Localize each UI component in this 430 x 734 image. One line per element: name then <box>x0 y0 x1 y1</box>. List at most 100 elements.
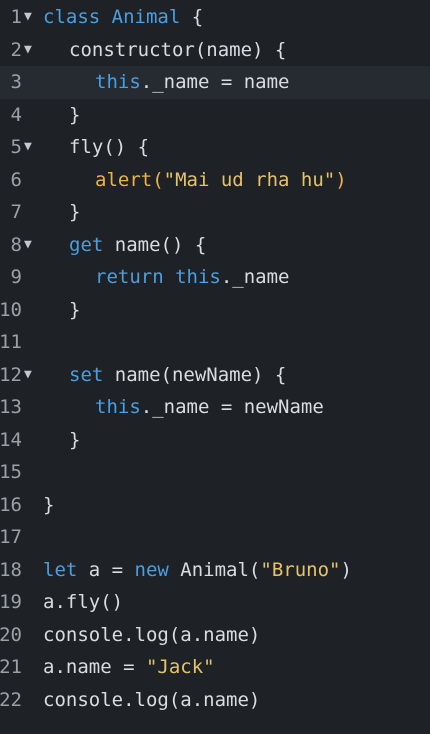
code-token: "Bruno" <box>260 558 341 581</box>
code-token: constructor(name) { <box>69 38 287 61</box>
code-text: class Animal { <box>43 1 203 34</box>
code-line[interactable]: 21 a.name = "Jack" <box>0 651 430 684</box>
code-line[interactable]: 16} <box>0 489 430 522</box>
line-number: 7 <box>10 201 22 223</box>
code-token: new <box>134 558 169 581</box>
line-number: 16 <box>0 493 22 516</box>
fold-arrow-icon[interactable]: ▼ <box>24 131 32 164</box>
line-number: 3 <box>10 71 22 93</box>
code-text: console.log(a.name) <box>43 684 260 717</box>
code-text: get name() { <box>69 229 206 262</box>
fold-arrow-icon[interactable]: ▼ <box>24 229 32 262</box>
code-text: a.fly() <box>43 586 123 619</box>
code-line[interactable]: 5 ▼ fly() { <box>0 131 430 164</box>
line-number: 22 <box>0 688 22 711</box>
code-token: ) <box>340 558 352 581</box>
code-token: this <box>95 71 141 93</box>
fold-arrow-icon[interactable]: ▼ <box>24 359 32 392</box>
code-line[interactable]: 2 ▼ constructor(name) { <box>0 34 430 67</box>
code-token: a = <box>77 558 135 581</box>
code-line[interactable]: 11 <box>0 326 430 359</box>
code-text: a.name = "Jack" <box>43 651 215 684</box>
code-line[interactable]: 6 alert("Mai ud rha hu") <box>0 164 430 197</box>
code-text: } <box>69 294 80 327</box>
code-line[interactable]: 1 ▼ class Animal { <box>0 1 430 34</box>
code-text: console.log(a.name) <box>43 619 260 652</box>
line-number: 4 <box>10 103 22 126</box>
code-line[interactable]: 8 ▼ get name() { <box>0 229 430 262</box>
line-number: 18 <box>0 558 22 581</box>
code-text: fly() { <box>69 131 149 164</box>
line-number: 15 <box>0 461 22 483</box>
line-number: 19 <box>0 591 22 613</box>
line-number: 14 <box>0 428 22 451</box>
code-text: } <box>43 489 54 522</box>
code-text: let a = new Animal("Bruno") <box>43 554 352 587</box>
code-text: alert("Mai ud rha hu") <box>95 164 347 197</box>
line-number: 20 <box>0 623 22 646</box>
code-line[interactable]: 19 a.fly() <box>0 586 430 619</box>
code-token: class <box>43 6 101 28</box>
code-line[interactable]: 13 this._name = newName <box>0 391 430 424</box>
code-text: return this._name <box>95 261 290 294</box>
fold-arrow-icon[interactable]: ▼ <box>24 34 32 67</box>
code-line[interactable]: 7} <box>0 196 430 229</box>
line-number: 8 <box>10 233 22 256</box>
code-line[interactable]: 12 ▼ set name(newName) { <box>0 359 430 392</box>
code-text: set name(newName) { <box>69 359 286 392</box>
line-number: 6 <box>10 168 22 191</box>
code-text: } <box>69 424 80 457</box>
code-token: return <box>95 266 164 288</box>
code-line[interactable]: 20 console.log(a.name) <box>0 619 430 652</box>
line-number: 13 <box>0 396 22 418</box>
line-number: 21 <box>0 656 22 678</box>
code-text: constructor(name) { <box>69 34 286 67</box>
code-token: } <box>69 428 81 451</box>
code-editor[interactable]: 1 ▼ class Animal {2 ▼ constructor(name) {3th… <box>0 0 430 734</box>
code-token: let <box>43 558 78 581</box>
code-line[interactable]: 17 <box>0 521 430 554</box>
line-number: 10 <box>0 298 22 321</box>
code-token: a.name = <box>43 656 146 678</box>
code-line[interactable]: 15 <box>0 456 430 489</box>
code-token: this <box>95 396 141 418</box>
code-token: set <box>69 363 104 386</box>
fold-arrow-icon[interactable]: ▼ <box>24 1 32 34</box>
code-token: "Mai ud rha hu" <box>163 168 336 191</box>
code-line[interactable]: 18 let a = new Animal("Bruno") <box>0 554 430 587</box>
code-token: name(newName) { <box>103 363 287 386</box>
code-token: } <box>69 103 81 126</box>
line-number: 5 <box>10 136 22 158</box>
code-token: { <box>180 6 204 28</box>
code-text: this._name = newName <box>95 391 324 424</box>
code-token: Animal <box>111 6 181 28</box>
line-number: 9 <box>10 266 22 288</box>
code-token: } <box>69 298 81 321</box>
line-number: 12 <box>0 363 22 386</box>
code-token: "Jack" <box>145 656 215 678</box>
code-text: } <box>69 99 80 132</box>
code-token: fly() { <box>69 136 150 158</box>
code-line[interactable]: 10} <box>0 294 430 327</box>
code-token: a.fly() <box>43 591 124 613</box>
code-token: this <box>175 266 221 288</box>
code-token: name() { <box>103 233 207 256</box>
code-token: } <box>69 201 81 223</box>
code-line[interactable]: 4} <box>0 99 430 132</box>
code-line[interactable]: 9 return this._name <box>0 261 430 294</box>
code-line[interactable]: 3 this._name = name <box>0 66 430 99</box>
code-line[interactable]: 14} <box>0 424 430 457</box>
code-token: Animal( <box>168 558 261 581</box>
code-line[interactable]: 22 console.log(a.name) <box>0 684 430 717</box>
line-number: 11 <box>0 331 22 353</box>
code-token: get <box>69 233 104 256</box>
code-text: } <box>69 196 80 229</box>
code-token: } <box>43 493 55 516</box>
line-number: 17 <box>0 526 22 548</box>
code-token: ._name <box>220 266 290 288</box>
code-token: console.log(a.name) <box>43 688 261 711</box>
line-number: 2 <box>10 38 22 61</box>
code-token: ._name = newName <box>140 396 324 418</box>
